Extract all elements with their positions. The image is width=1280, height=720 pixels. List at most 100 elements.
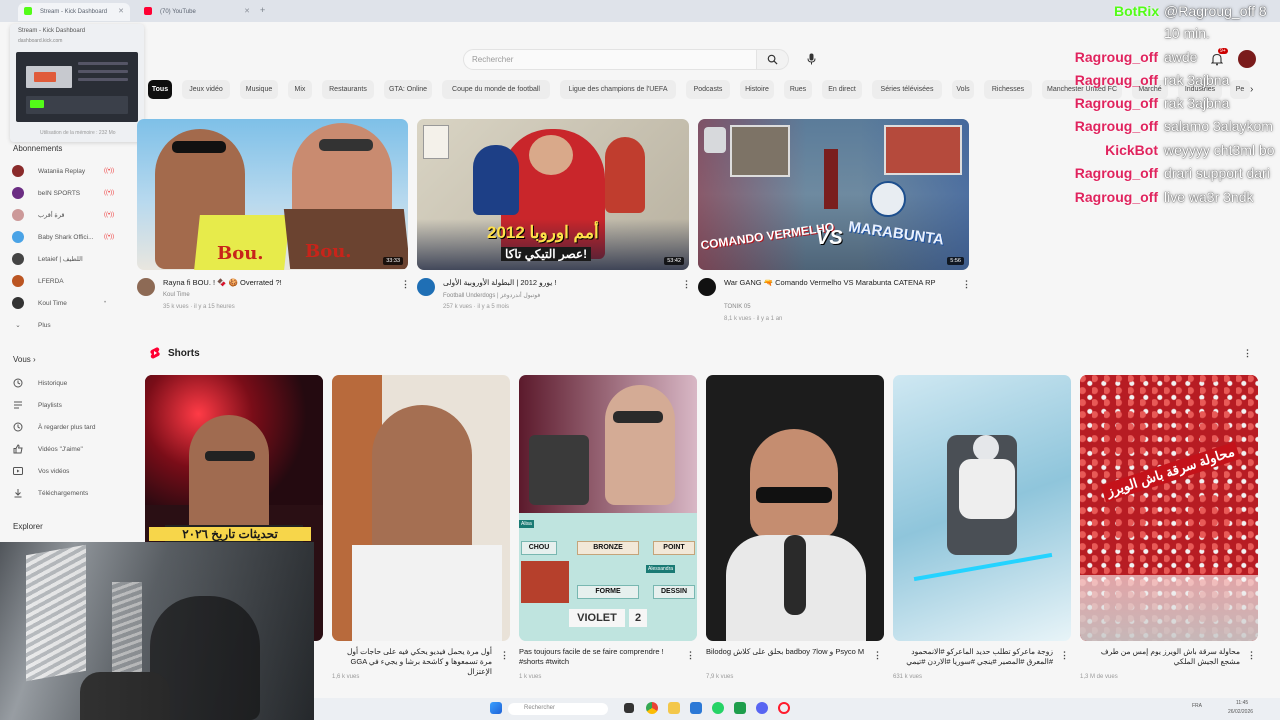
tab-youtube[interactable]: (70) YouTube ✕ <box>138 3 256 21</box>
chip-more[interactable]: Pe <box>1230 80 1250 99</box>
close-icon[interactable]: ✕ <box>118 7 124 15</box>
opera-icon[interactable] <box>778 702 790 714</box>
chip-ligue-des-champions[interactable]: Ligue des champions de l'UEFA <box>560 80 676 99</box>
video-thumbnail[interactable]: أمم اوروبا 2012 عصر التيكي تاكا! 53:42 <box>417 119 689 270</box>
search-input[interactable]: Rechercher <box>463 49 757 70</box>
sidebar-item-downloads[interactable]: Téléchargements <box>12 486 88 500</box>
short-thumbnail[interactable] <box>332 375 510 641</box>
more-options-icon[interactable]: ⋮ <box>500 650 509 661</box>
video-title[interactable]: Rayna fi BOU. ! 🍫 🍪 Overrated ?! <box>163 278 393 288</box>
word-tile: POINT <box>653 541 695 555</box>
channel-avatar <box>12 209 24 221</box>
short-views: 7,9 k vues <box>706 674 734 680</box>
chip-gta-online[interactable]: GTA: Online <box>384 80 432 99</box>
sidebar-item-watch-later[interactable]: À regarder plus tard <box>12 420 95 434</box>
chevron-right-icon[interactable]: › <box>1250 84 1253 95</box>
sidebar-sub-item[interactable]: Koul Time • <box>12 296 106 310</box>
chip-restaurants[interactable]: Restaurants <box>322 80 374 99</box>
taskbar-search-label: Rechercher <box>524 705 556 711</box>
sidebar-subscriptions-header[interactable]: Abonnements <box>13 144 62 153</box>
more-options-icon[interactable]: ⋮ <box>1247 650 1256 661</box>
task-view-icon[interactable] <box>624 703 634 713</box>
chat-message: rak 3ajbna <box>1164 95 1230 111</box>
whatsapp-icon[interactable] <box>712 702 724 714</box>
chat-username: Ragroug_off <box>1074 72 1158 88</box>
discord-icon[interactable] <box>756 702 768 714</box>
history-icon <box>12 377 24 389</box>
chip-jeux-video[interactable]: Jeux vidéo <box>182 80 230 99</box>
sidebar-sub-item[interactable]: Letaief | اللطيف <box>12 252 83 266</box>
channel-avatar[interactable] <box>698 278 716 296</box>
more-options-icon[interactable]: ⋮ <box>682 279 691 290</box>
avatar[interactable] <box>1238 50 1256 68</box>
short-title[interactable]: Bilodog بحلق على كلاش badboy 7low و Psyc… <box>706 647 866 657</box>
more-options-icon[interactable]: ⋮ <box>962 279 971 290</box>
chat-message: awde <box>1164 49 1198 65</box>
video-title[interactable]: يورو 2012 | البطولة الأوروبية الأولى ! <box>443 278 673 288</box>
app-icon[interactable] <box>690 702 702 714</box>
chip-richesses[interactable]: Richesses <box>984 80 1032 99</box>
new-tab-button[interactable]: + <box>260 5 265 15</box>
short-title[interactable]: زوجة ماعركو تطلب حديد الماعركو #الانمحمو… <box>893 647 1053 667</box>
chat-message: live wa3r 3ndk <box>1164 189 1254 205</box>
sidebar-sub-item[interactable]: Wataniia Replay ((•)) <box>12 164 114 178</box>
sidebar-item-playlists[interactable]: Playlists <box>12 398 62 412</box>
video-thumbnail[interactable]: Bou. Bou. 33:33 <box>137 119 408 270</box>
close-icon[interactable]: ✕ <box>244 7 250 15</box>
clock-time[interactable]: 11:45 <box>1236 700 1248 706</box>
more-options-icon[interactable]: ⋮ <box>401 279 410 290</box>
video-thumbnail[interactable]: COMANDO VERMELHO VS MARABUNTA 5:56 <box>698 119 969 270</box>
chip-musique[interactable]: Musique <box>240 80 278 99</box>
sidebar-you-header[interactable]: Vous › <box>13 355 36 364</box>
short-thumbnail[interactable] <box>706 375 884 641</box>
folder-icon[interactable] <box>668 702 680 714</box>
tab-kick-dashboard[interactable]: Stream - Kick Dashboard ✕ <box>18 3 130 21</box>
sidebar-item-your-videos[interactable]: Vos vidéos <box>12 464 69 478</box>
more-options-icon[interactable]: ⋮ <box>686 650 695 661</box>
sidebar-item-history[interactable]: Historique <box>12 376 67 390</box>
sidebar-item-label: Wataniia Replay <box>38 167 86 175</box>
sidebar-more-button[interactable]: ⌄ Plus <box>12 318 50 332</box>
chip-en-direct[interactable]: En direct <box>822 80 862 99</box>
sidebar-item-liked[interactable]: Vidéos "J'aime" <box>12 442 83 456</box>
more-options-icon[interactable]: ⋮ <box>1060 650 1069 661</box>
video-stats: 257 k vues · il y a 5 mois <box>443 304 510 310</box>
more-options-icon[interactable]: ⋮ <box>873 650 882 661</box>
chrome-icon[interactable] <box>646 702 658 714</box>
chip-rues[interactable]: Rues <box>784 80 812 99</box>
chip-histoire[interactable]: Histoire <box>740 80 774 99</box>
channel-avatar[interactable] <box>137 278 155 296</box>
short-title[interactable]: Pas toujours facile de se faire comprend… <box>519 647 679 667</box>
short-thumbnail[interactable]: Alisa Alessandra CHOU BRONZE POINT FORME… <box>519 375 697 641</box>
more-options-icon[interactable]: ⋮ <box>1243 348 1252 359</box>
chip-mix[interactable]: Mix <box>288 80 312 99</box>
kick-app-icon[interactable] <box>734 702 746 714</box>
taskbar-search[interactable]: Rechercher <box>508 703 608 715</box>
video-title[interactable]: War GANG 🔫 Comando Vermelho VS Marabunta… <box>724 278 952 288</box>
channel-name[interactable]: TONIK 05 <box>724 304 751 310</box>
chip-tous[interactable]: Tous <box>148 80 172 99</box>
sidebar-sub-item[interactable]: Baby Shark Offici... ((•)) <box>12 230 114 244</box>
notifications-button[interactable]: 9+ <box>1208 48 1228 68</box>
chip-series-televisees[interactable]: Séries télévisées <box>872 80 942 99</box>
sidebar-sub-item[interactable]: beIN SPORTS ((•)) <box>12 186 114 200</box>
short-thumbnail[interactable]: محاولة سرقة باش الويرز <box>1080 375 1258 641</box>
sidebar-sub-item[interactable]: LFERDA <box>12 274 64 288</box>
chip-vols[interactable]: Vols <box>952 80 974 99</box>
short-thumbnail[interactable] <box>893 375 1071 641</box>
youtube-icon <box>144 7 152 15</box>
short-title[interactable]: محاولة سرقة باش الويرز يوم إمس من طرف مش… <box>1080 647 1240 667</box>
channel-avatar[interactable] <box>417 278 435 296</box>
chip-podcasts[interactable]: Podcasts <box>686 80 730 99</box>
word-tile: FORME <box>577 585 639 599</box>
sidebar-sub-item[interactable]: قرة أقرب ((•)) <box>12 208 114 222</box>
channel-name[interactable]: Football Underdogs | فوتبول أندردوغز <box>443 292 540 299</box>
windows-start-icon[interactable] <box>490 702 502 714</box>
language-indicator[interactable]: FRA <box>1192 703 1202 709</box>
short-title[interactable]: أول مرة يحمل فيديو يحكي فيه على حاجات أو… <box>332 647 492 677</box>
voice-search-button[interactable] <box>800 48 822 70</box>
chip-coupe-du-monde[interactable]: Coupe du monde de football <box>442 80 550 99</box>
channel-name[interactable]: Koul Time <box>163 292 190 298</box>
search-button[interactable] <box>757 49 789 70</box>
kick-icon <box>24 7 32 15</box>
